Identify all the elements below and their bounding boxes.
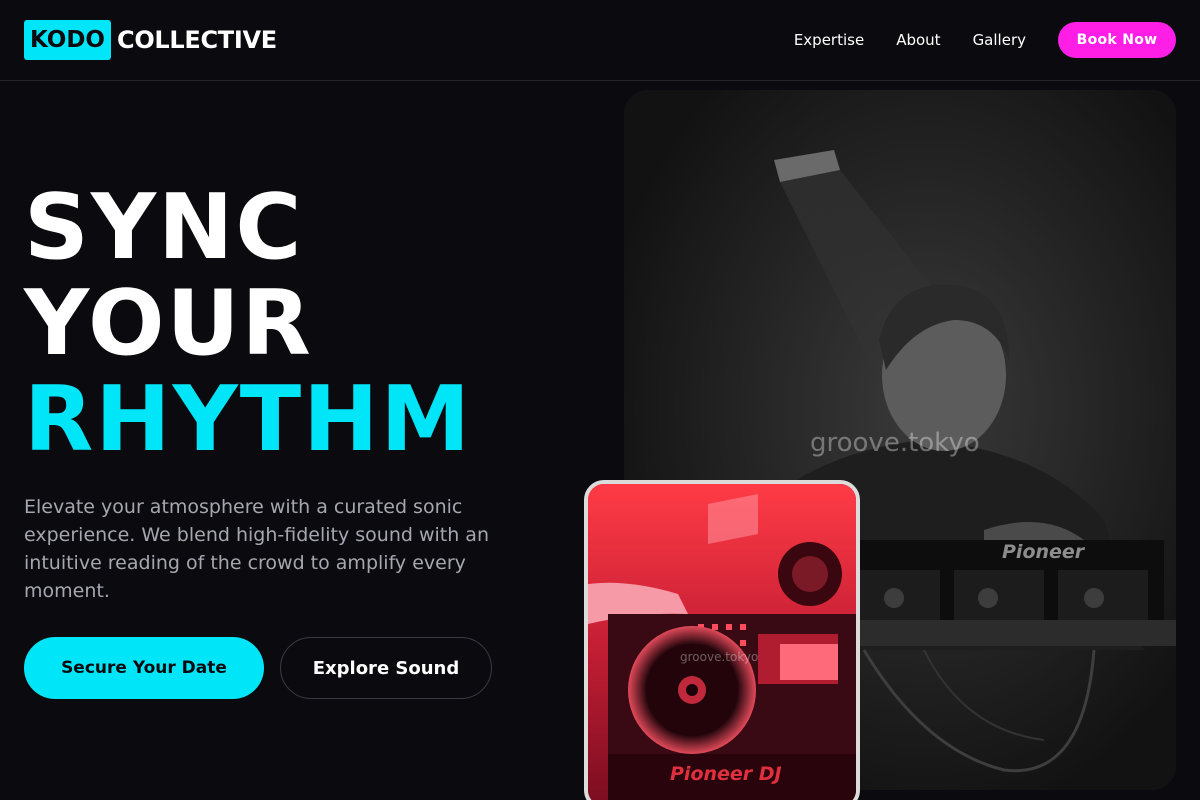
main-photo-watermark: groove.tokyo xyxy=(810,428,980,458)
nav-link-gallery[interactable]: Gallery xyxy=(973,22,1026,58)
cdj-photo-illustration: Pioneer DJ xyxy=(588,484,856,800)
headline-line-1: SYNC xyxy=(24,175,304,280)
headline-line-2: YOUR xyxy=(24,271,313,376)
hero-headline: SYNC YOUR RHYTHM xyxy=(24,180,472,468)
small-photo-watermark: groove.tokyo xyxy=(680,650,759,664)
nav-link-about[interactable]: About xyxy=(896,22,940,58)
explore-sound-button[interactable]: Explore Sound xyxy=(280,637,492,699)
brand-logo[interactable]: KODO COLLECTIVE xyxy=(24,20,277,60)
main-mixer-brand: Pioneer xyxy=(1002,541,1086,563)
landing-page: KODO COLLECTIVE Expertise About Gallery … xyxy=(0,0,1200,800)
brand-logo-text: COLLECTIVE xyxy=(117,26,277,54)
brand-logo-mark: KODO xyxy=(24,20,111,60)
secure-date-button[interactable]: Secure Your Date xyxy=(24,637,264,699)
headline-line-3: RHYTHM xyxy=(24,367,473,472)
nav-link-expertise[interactable]: Expertise xyxy=(794,22,864,58)
cdj-photo: Pioneer DJ groove.tokyo xyxy=(584,480,860,800)
small-mixer-brand: Pioneer DJ xyxy=(670,763,782,785)
nav-links: Expertise About Gallery Book Now xyxy=(794,22,1176,58)
book-now-button[interactable]: Book Now xyxy=(1058,22,1176,58)
hero-description: Elevate your atmosphere with a curated s… xyxy=(24,496,489,602)
top-nav: KODO COLLECTIVE Expertise About Gallery … xyxy=(0,0,1200,81)
